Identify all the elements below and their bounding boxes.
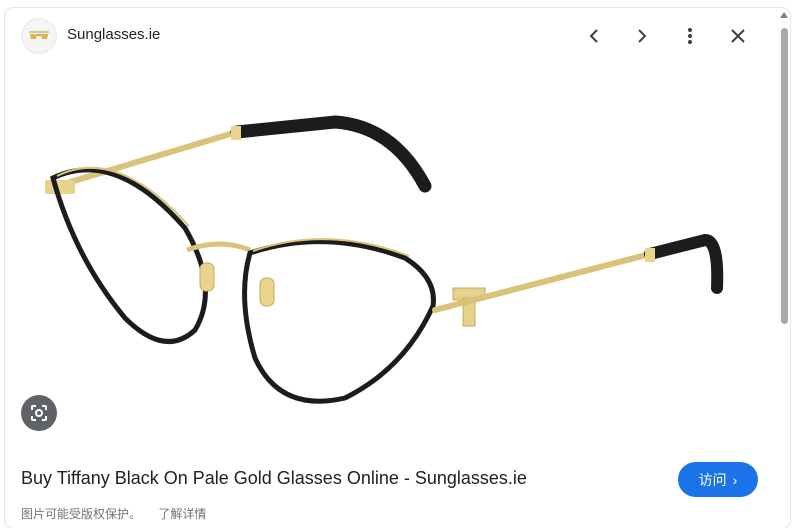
close-button[interactable] <box>724 22 752 50</box>
visit-button[interactable]: 访问 › <box>678 462 758 497</box>
google-lens-icon <box>31 405 47 421</box>
next-button[interactable] <box>628 22 656 50</box>
image-preview-panel: Sunglasses.ie Buy Tiffany Black On Pale … <box>5 8 790 528</box>
footer-note: 图片可能受版权保护。 了解详情 <box>21 505 206 522</box>
site-favicon[interactable] <box>21 18 57 54</box>
learn-more-link[interactable]: 了解详情 <box>158 507 206 521</box>
visit-label: 访问 <box>698 471 727 488</box>
chevron-right-icon <box>638 29 647 43</box>
scroll-up-arrow-icon[interactable] <box>780 12 788 18</box>
eyeglasses-image <box>45 115 724 404</box>
sunglasses-logo-icon <box>29 31 49 39</box>
previous-button[interactable] <box>580 22 608 50</box>
preview-header: Sunglasses.ie <box>5 8 775 64</box>
result-title[interactable]: Buy Tiffany Black On Pale Gold Glasses O… <box>21 468 527 489</box>
more-vert-icon <box>688 28 692 44</box>
close-icon <box>731 29 745 43</box>
google-lens-button[interactable] <box>21 395 57 431</box>
copyright-note: 图片可能受版权保护。 <box>21 507 142 521</box>
site-name[interactable]: Sunglasses.ie <box>67 26 160 43</box>
chevron-right-icon: › <box>732 471 738 488</box>
scrollbar[interactable] <box>778 8 790 516</box>
scrollbar-thumb[interactable] <box>781 28 788 324</box>
product-image[interactable] <box>5 68 775 448</box>
chevron-left-icon <box>589 29 598 43</box>
more-options-button[interactable] <box>676 22 704 50</box>
